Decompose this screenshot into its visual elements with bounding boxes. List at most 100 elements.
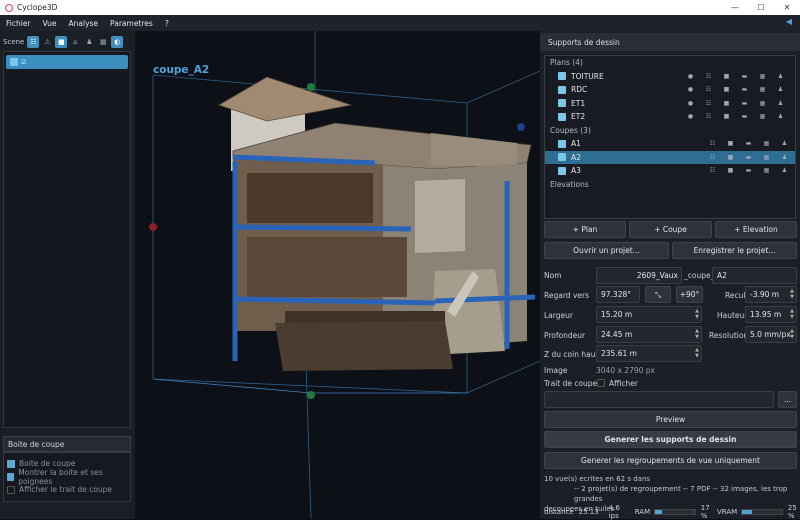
tree-item-a1[interactable]: A1 ☷ ■ ▬ ▦ ♟ [545,137,795,151]
profondeur-field[interactable]: 24.45 m ▲ ▼ [596,326,702,343]
drop-icon[interactable]: ● [687,100,694,107]
layers-icon[interactable]: ▬ [745,167,752,174]
checkbox[interactable] [558,166,566,175]
layers-icon[interactable]: ▬ [741,100,748,107]
checkbox[interactable] [7,485,15,494]
menu-analyse[interactable]: Analyse [63,19,105,28]
option-montrer[interactable]: Montrer la boite et ses poignees [7,468,127,486]
house-icon[interactable]: ⌂ [69,36,81,48]
browse-button[interactable]: ... [778,391,797,408]
scene-item[interactable]: ☑ [6,55,128,69]
preview-button[interactable]: Preview [544,411,797,428]
checkbox[interactable] [558,153,566,162]
image-icon[interactable]: ■ [727,154,734,161]
resolution-field[interactable]: 5.0 mm/px ▲ ▼ [745,326,797,343]
layers-icon[interactable]: ▬ [741,86,748,93]
scene-item-checkbox[interactable] [10,58,18,66]
handle-right-icon[interactable] [517,123,525,131]
image-icon[interactable]: ■ [723,113,730,120]
layers-icon[interactable]: ▬ [741,73,748,80]
tree-item-a3[interactable]: A3 ☷ ■ ▬ ▦ ♟ [545,164,795,178]
checkbox[interactable] [558,112,566,121]
warning-icon[interactable]: ⚠ [41,36,53,48]
folder-icon[interactable]: ■ [55,35,68,48]
spinner-icon[interactable]: ▲ ▼ [790,308,794,320]
add-coupe-button[interactable]: + Coupe [629,221,712,238]
open-project-button[interactable]: Ouvrir un projet... [544,242,669,259]
largeur-field[interactable]: 15.20 m ▲ ▼ [596,306,702,323]
spinner-icon[interactable]: ▲ ▼ [695,347,699,359]
grid-icon[interactable]: ▦ [759,113,766,120]
tree-item-toiture[interactable]: TOITURE ● ☷ ■ ▬ ▦ ♟ [545,70,795,84]
afficher-checkbox[interactable] [597,379,605,387]
grid-icon[interactable]: ▦ [763,167,770,174]
z-field[interactable]: 235.61 m ▲ ▼ [596,345,702,362]
person-icon[interactable]: ♟ [781,167,788,174]
pointcloud-icon[interactable]: ☷ [705,73,712,80]
minimize-button[interactable]: — [722,0,748,15]
spinner-icon[interactable]: ▲ ▼ [695,308,699,320]
pointcloud-icon[interactable]: ☷ [705,100,712,107]
grid-icon[interactable]: ▦ [763,140,770,147]
layers-icon[interactable]: ▬ [741,113,748,120]
grid-icon[interactable]: ▦ [759,73,766,80]
nom-value-field[interactable]: A2 [712,267,797,284]
add-elevation-button[interactable]: + Elevation [715,221,797,238]
pointcloud-icon[interactable]: ☷ [709,167,716,174]
spinner-icon[interactable]: ▲ ▼ [790,328,794,340]
drop-icon[interactable]: ● [687,73,694,80]
layers-icon[interactable]: ▬ [745,140,752,147]
image-icon[interactable]: ■ [723,100,730,107]
person-icon[interactable]: ♟ [777,86,784,93]
tree-item-a2[interactable]: A2 ☷ ■ ▬ ▦ ♟ [545,150,795,164]
image-icon[interactable]: ■ [723,86,730,93]
drop-icon[interactable]: ● [687,113,694,120]
3d-viewport[interactable]: coupe_A2 [135,31,540,519]
person-icon[interactable]: ♟ [777,100,784,107]
option-trait[interactable]: Afficher le trait de coupe [7,483,127,496]
image-icon[interactable]: ■ [727,140,734,147]
menu-help[interactable]: ? [159,19,175,28]
pointcloud-icon[interactable]: ☷ [709,154,716,161]
close-button[interactable]: ✕ [774,0,800,15]
group-coupes[interactable]: Coupes (3) [545,124,795,138]
hauteur-field[interactable]: 13.95 m ▲ ▼ [745,306,797,323]
grid-icon[interactable]: ▦ [759,100,766,107]
checkbox[interactable] [558,72,566,81]
collapse-panel-icon[interactable]: ◀ [786,17,792,26]
boite-header[interactable]: Boite de coupe [3,436,131,452]
person-icon[interactable]: ♟ [777,73,784,80]
grid-icon[interactable]: ▦ [763,154,770,161]
checkbox[interactable] [7,472,15,481]
orient-button[interactable]: ⤡ [645,286,671,303]
pointcloud-icon[interactable]: ☷ [705,113,712,120]
menu-fichier[interactable]: Fichier [0,19,37,28]
tree-item-et2[interactable]: ET2 ● ☷ ■ ▬ ▦ ♟ [545,110,795,124]
menu-vue[interactable]: Vue [37,19,63,28]
trait-path-field[interactable] [544,391,774,408]
checkbox[interactable] [558,99,566,108]
maximize-button[interactable]: ☐ [748,0,774,15]
tree-item-et1[interactable]: ET1 ● ☷ ■ ▬ ▦ ♟ [545,97,795,111]
person-icon[interactable]: ♟ [777,113,784,120]
add-plan-button[interactable]: + Plan [544,221,626,238]
pointcloud-icon[interactable]: ☷ [27,35,40,48]
image-icon[interactable]: ■ [727,167,734,174]
recul-field[interactable]: -3.90 m ▲ ▼ [745,286,797,303]
handle-top-icon[interactable] [307,83,315,91]
circle-icon[interactable]: ◐ [111,35,124,48]
checkbox[interactable] [558,139,566,148]
group-plans[interactable]: Plans (4) [545,56,795,70]
group-elevations[interactable]: Elevations [545,178,795,192]
person-icon[interactable]: ♟ [781,140,788,147]
save-project-button[interactable]: Enregistrer le projet... [672,242,797,259]
menu-parametres[interactable]: Parametres [104,19,159,28]
person-icon[interactable]: ♟ [781,154,788,161]
handle-left-icon[interactable] [149,223,157,231]
regard-field[interactable]: 97.328° [596,286,640,303]
checkbox[interactable] [558,85,566,94]
person-icon[interactable]: ♟ [83,36,95,48]
image-icon[interactable]: ■ [723,73,730,80]
spinner-icon[interactable]: ▲ ▼ [695,328,699,340]
grid-icon[interactable]: ▦ [97,36,109,48]
